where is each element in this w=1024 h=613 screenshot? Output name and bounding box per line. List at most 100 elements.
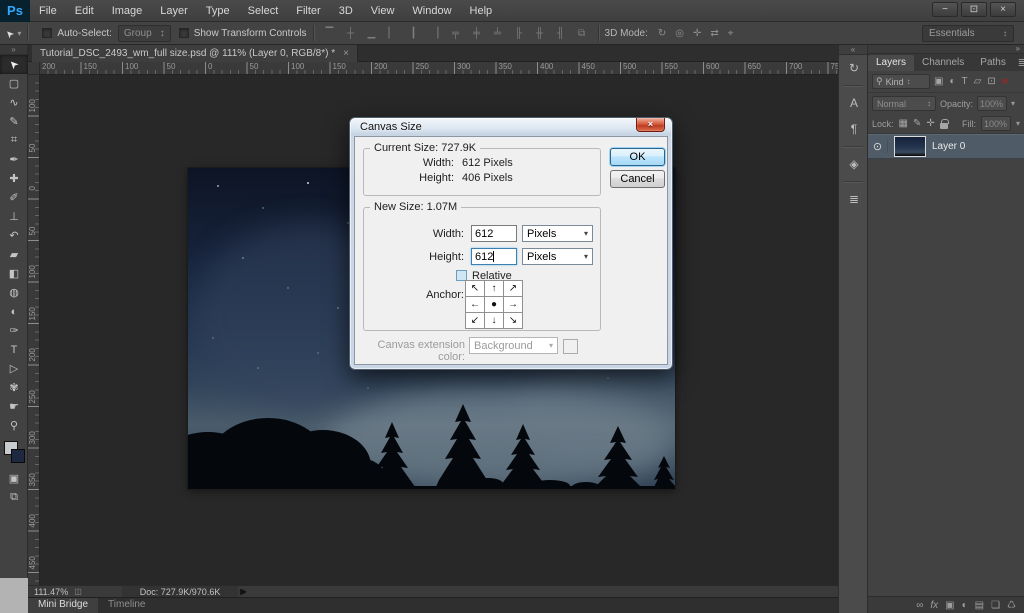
dock-collapse-icon[interactable]: « xyxy=(839,45,867,55)
align-icon[interactable]: ▕ xyxy=(429,28,441,39)
align-icon[interactable]: ╟ xyxy=(513,28,525,39)
blur-tool[interactable]: ◍ xyxy=(0,283,28,302)
menu-item[interactable]: Type xyxy=(197,0,239,22)
opacity-value[interactable]: 100% xyxy=(977,96,1007,111)
anchor-cell[interactable]: ↖ xyxy=(466,281,485,297)
current-tool-badge[interactable]: ➤ ▾ xyxy=(6,28,21,39)
tab-channels[interactable]: Channels xyxy=(914,55,972,71)
panel-collapse-icon[interactable]: » xyxy=(868,45,1024,54)
dialog-close-button[interactable]: × xyxy=(636,118,665,132)
filter-type-icon[interactable]: T xyxy=(962,76,968,87)
background-color-swatch[interactable] xyxy=(11,449,25,463)
delete-layer-icon[interactable]: ♺ xyxy=(1007,600,1016,611)
anchor-cell[interactable]: ↑ xyxy=(485,281,504,297)
align-icon[interactable]: ┼ xyxy=(345,28,357,39)
brush-tool[interactable]: ✐ xyxy=(0,188,28,207)
align-icon[interactable]: ╪ xyxy=(471,28,483,39)
align-icon[interactable]: ▔ xyxy=(324,28,336,39)
properties-panel-icon[interactable]: ≣ xyxy=(839,186,869,212)
3d-mode-icon[interactable]: ↻ xyxy=(658,28,666,39)
filter-type-icon[interactable]: ⊡ xyxy=(987,76,995,87)
menu-item[interactable]: File xyxy=(30,0,66,22)
custom-shape-tool[interactable]: ✾ xyxy=(0,378,28,397)
align-icon[interactable]: ╫ xyxy=(534,28,546,39)
history-brush-tool[interactable]: ↶ xyxy=(0,226,28,245)
align-icon[interactable]: ▁ xyxy=(366,28,378,39)
crop-tool[interactable]: ⌗ xyxy=(0,131,28,150)
zoom-percentage[interactable]: 111.47% xyxy=(34,587,68,597)
healing-brush-tool[interactable]: ✚ xyxy=(0,169,28,188)
anchor-cell[interactable]: ● xyxy=(485,297,504,313)
align-icon[interactable]: ┃ xyxy=(408,28,420,39)
eraser-tool[interactable]: ▰ xyxy=(0,245,28,264)
blend-mode-dropdown[interactable]: Normal ↕ xyxy=(872,96,936,111)
move-tool[interactable]: ➤ xyxy=(0,55,28,74)
layer-group-icon[interactable]: ▤ xyxy=(975,600,984,611)
restore-button[interactable]: ⊡ xyxy=(961,2,987,17)
align-icon[interactable]: ⧉ xyxy=(576,28,588,39)
tab-close-icon[interactable]: × xyxy=(343,48,349,59)
group-dropdown[interactable]: Group ↕ xyxy=(118,25,171,42)
menu-item[interactable]: Select xyxy=(239,0,288,22)
history-panel-icon[interactable]: ↻ xyxy=(839,55,869,81)
width-unit-dropdown[interactable]: Pixels ▾ xyxy=(522,225,593,242)
anchor-cell[interactable]: ↙ xyxy=(466,313,485,329)
cancel-button[interactable]: Cancel xyxy=(610,170,665,188)
new-height-input[interactable]: 612 xyxy=(471,248,517,265)
minimize-button[interactable]: − xyxy=(932,2,958,17)
layer-mask-icon[interactable]: ▣ xyxy=(945,600,954,611)
status-menu-icon[interactable]: ◫ xyxy=(74,587,82,596)
lasso-tool[interactable]: ∿ xyxy=(0,93,28,112)
toolbar-collapse-icon[interactable]: » xyxy=(0,45,27,55)
tab-layers[interactable]: Layers xyxy=(868,55,914,71)
anchor-cell[interactable]: ↘ xyxy=(504,313,523,329)
kind-filter-dropdown[interactable]: ⚲ Kind ↕ xyxy=(872,74,930,89)
layer-row-selected[interactable]: ⊙ Layer 0 xyxy=(868,134,1024,159)
3d-mode-icon[interactable]: ⌖ xyxy=(728,28,734,39)
adjustment-layer-icon[interactable]: ◐ xyxy=(962,600,968,611)
layer-thumbnail[interactable] xyxy=(894,136,926,157)
align-icon[interactable]: ╤ xyxy=(450,28,462,39)
gradient-tool[interactable]: ◧ xyxy=(0,264,28,283)
align-icon[interactable]: ╢ xyxy=(555,28,567,39)
new-width-input[interactable] xyxy=(471,225,517,242)
show-transform-checkbox[interactable] xyxy=(179,28,189,38)
quick-mask-button[interactable]: ▣ xyxy=(0,469,28,488)
visibility-eye-icon[interactable]: ⊙ xyxy=(868,140,888,153)
menu-item[interactable]: Layer xyxy=(151,0,197,22)
tab-mini-bridge[interactable]: Mini Bridge xyxy=(28,598,98,613)
workspace-switcher[interactable]: Essentials ↕ xyxy=(922,25,1014,42)
3d-mode-icon[interactable]: ◎ xyxy=(675,28,684,39)
hand-tool[interactable]: ☛ xyxy=(0,397,28,416)
align-icon[interactable]: ╧ xyxy=(492,28,504,39)
pen-tool[interactable]: ✑ xyxy=(0,321,28,340)
auto-select-checkbox[interactable] xyxy=(42,28,52,38)
lock-transparency-icon[interactable]: ▦ xyxy=(899,118,908,129)
path-selection-tool[interactable]: ▷ xyxy=(0,359,28,378)
lock-position-icon[interactable]: ✛ xyxy=(926,118,934,129)
layer-name[interactable]: Layer 0 xyxy=(932,141,965,152)
dodge-tool[interactable]: ◐ xyxy=(0,302,28,321)
tab-timeline[interactable]: Timeline xyxy=(98,598,155,613)
lock-pixels-icon[interactable]: ✎ xyxy=(913,118,921,129)
type-tool[interactable]: T xyxy=(0,340,28,359)
screen-mode-button[interactable]: ⧉ xyxy=(0,488,28,507)
filter-type-icon[interactable]: ■ xyxy=(1002,76,1008,87)
quick-selection-tool[interactable]: ✎ xyxy=(0,112,28,131)
filter-type-icon[interactable]: ▱ xyxy=(974,76,982,87)
menu-item[interactable]: View xyxy=(362,0,404,22)
clone-stamp-tool[interactable]: ⊥ xyxy=(0,207,28,226)
drop-arrow-icon[interactable]: ▾ xyxy=(1016,119,1020,128)
layer-style-fx-icon[interactable]: fx xyxy=(930,600,938,611)
eyedropper-tool[interactable]: ✒ xyxy=(0,150,28,169)
new-layer-icon[interactable]: ❏ xyxy=(991,600,1000,611)
panel-menu-icon[interactable]: ≣ xyxy=(1014,58,1024,71)
paragraph-panel-icon[interactable]: ¶ xyxy=(839,116,869,142)
height-unit-dropdown[interactable]: Pixels ▾ xyxy=(522,248,593,265)
ok-button[interactable]: OK xyxy=(610,148,665,166)
align-icon[interactable]: ▏ xyxy=(387,28,399,39)
marquee-tool[interactable]: ▢ xyxy=(0,74,28,93)
tab-paths[interactable]: Paths xyxy=(972,55,1014,71)
menu-item[interactable]: Window xyxy=(403,0,460,22)
character-panel-icon[interactable]: A xyxy=(839,90,869,116)
